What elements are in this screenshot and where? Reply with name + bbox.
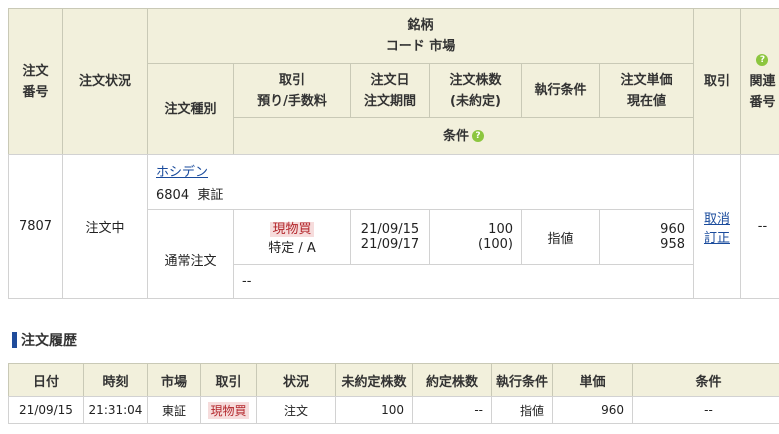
trade-cell: 現物買 特定 / A [233,209,351,265]
brand-cell: ホシデン 6804 東証 [147,154,694,210]
section-marker-icon [12,332,17,348]
order-status: 注文中 [62,154,148,299]
history-col-condition: 条件 [632,363,779,397]
modify-link[interactable]: 訂正 [704,231,730,246]
header-order-status: 注文状況 [62,8,148,155]
history-col-executed: 約定株数 [412,363,492,397]
header-condition: 条件? [233,117,694,155]
header-action: 取引 [693,8,741,155]
quantity-cell: 100 (100) [429,209,522,265]
order-date-cell: 21/09/15 21/09/17 [350,209,430,265]
header-price: 注文単価 現在値 [599,63,694,118]
order-number: 7807 [8,154,63,299]
history-col-price: 単価 [552,363,633,397]
account-type: 特定 / A [268,241,316,256]
history-col-unexecuted: 未約定株数 [335,363,413,397]
history-cell-market: 東証 [147,396,201,424]
brand-link[interactable]: ホシデン [156,165,208,180]
execution-condition: 指値 [521,209,600,265]
order-period: 21/09/17 [360,237,420,252]
history-cell-date: 21/09/15 [8,396,84,424]
history-col-trade: 取引 [200,363,257,397]
header-order-date: 注文日 注文期間 [350,63,430,118]
history-cell-price: 960 [552,396,633,424]
header-order-type: 注文種別 [147,63,234,155]
help-icon[interactable]: ? [472,130,484,142]
help-icon[interactable]: ? [756,53,769,66]
related-number: -- [740,154,779,299]
history-cell-condition: -- [632,396,779,424]
history-col-status: 状況 [256,363,336,397]
history-col-market: 市場 [147,363,201,397]
quantity: 100 [488,222,513,237]
history-col-execution: 執行条件 [491,363,553,397]
header-quantity: 注文株数 (未約定) [429,63,522,118]
trade-type-badge: 現物買 [208,401,249,419]
header-order-no: 注文 番号 [8,8,63,155]
order-date: 21/09/15 [360,222,420,237]
header-related: ? 関連 番号 [740,8,779,155]
history-cell-unexecuted: 100 [335,396,413,424]
trade-type-badge: 現物買 [270,222,314,237]
history-cell-execution: 指値 [491,396,553,424]
header-trade: 取引 預り/手数料 [233,63,351,118]
condition-cell: -- [233,264,694,299]
cancel-link[interactable]: 取消 [704,212,730,227]
history-title: 注文履歴 [12,330,77,350]
history-col-time: 時刻 [83,363,148,397]
brand-code-market: 6804 東証 [156,188,224,203]
history-cell-time: 21:31:04 [83,396,148,424]
order-type: 通常注文 [147,209,234,299]
history-cell-executed: -- [412,396,492,424]
history-cell-trade: 現物買 [200,396,257,424]
history-cell-status: 注文 [256,396,336,424]
history-col-date: 日付 [8,363,84,397]
header-brand: 銘柄 コード 市場 [147,8,694,64]
header-execution: 執行条件 [521,63,600,118]
unit-price: 960 [660,222,685,237]
action-cell: 取消 訂正 [693,154,741,299]
price-cell: 960 958 [599,209,694,265]
unexecuted-quantity: (100) [478,237,513,252]
current-price: 958 [660,237,685,252]
